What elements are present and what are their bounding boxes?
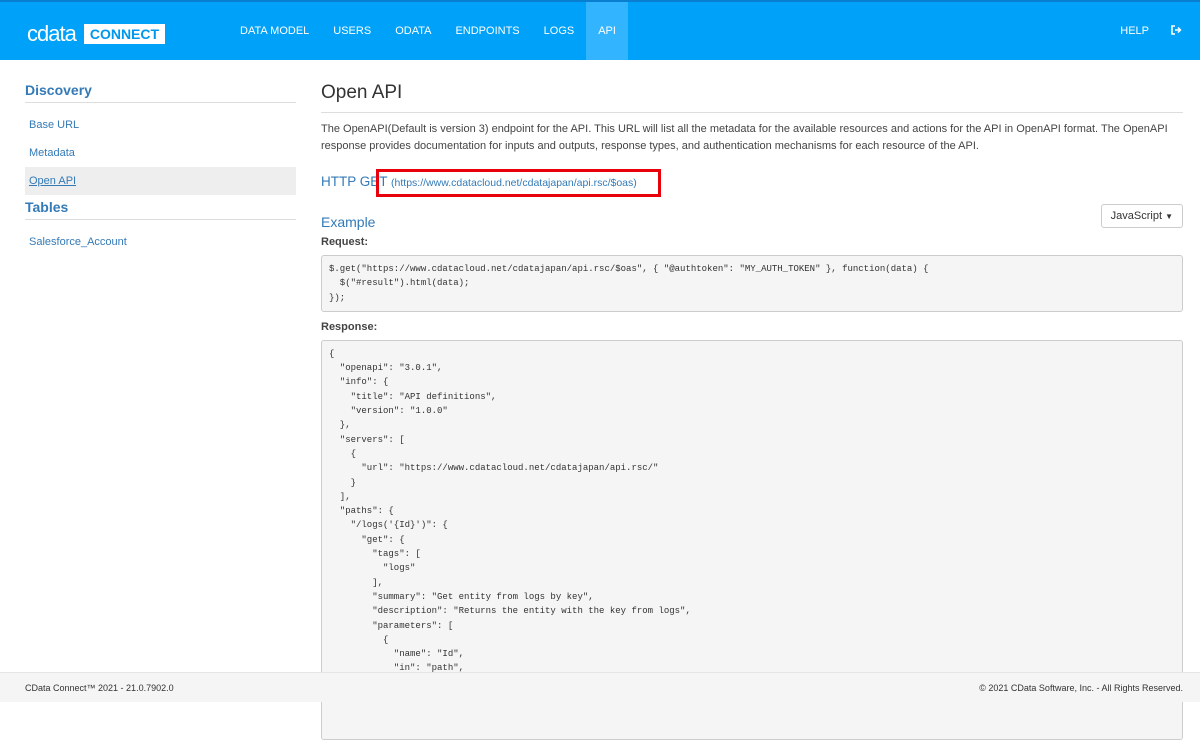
logo-badge: CONNECT bbox=[83, 24, 166, 44]
language-dropdown[interactable]: JavaScript ▼ bbox=[1100, 204, 1183, 228]
sidebar-item-salesforce-account[interactable]: Salesforce_Account bbox=[25, 228, 296, 256]
top-navbar: cdata CONNECT DATA MODEL USERS ODATA END… bbox=[0, 0, 1200, 60]
sidebar-item-open-api[interactable]: Open API bbox=[25, 167, 296, 195]
discovery-heading: Discovery bbox=[25, 82, 296, 103]
sidebar-item-metadata[interactable]: Metadata bbox=[25, 139, 296, 167]
logo-text: cdata bbox=[27, 21, 77, 46]
page-title: Open API bbox=[321, 82, 1183, 113]
request-code: $.get("https://www.cdatacloud.net/cdataj… bbox=[321, 255, 1183, 312]
version-text: CData Connect™ 2021 - 21.0.7902.0 bbox=[25, 683, 174, 693]
response-label: Response: bbox=[321, 320, 378, 333]
sidebar: Discovery Base URL Metadata Open API Tab… bbox=[25, 82, 296, 256]
http-get-line: HTTP GET (https://www.cdatacloud.net/cda… bbox=[321, 169, 1183, 197]
main-nav: DATA MODEL USERS ODATA ENDPOINTS LOGS AP… bbox=[228, 2, 628, 60]
help-link[interactable]: HELP bbox=[1120, 25, 1149, 37]
nav-endpoints[interactable]: ENDPOINTS bbox=[443, 2, 531, 60]
caret-down-icon: ▼ bbox=[1165, 212, 1173, 221]
footer: CData Connect™ 2021 - 21.0.7902.0 © 2021… bbox=[0, 672, 1200, 702]
nav-data-model[interactable]: DATA MODEL bbox=[228, 2, 321, 60]
highlight-box bbox=[376, 169, 661, 197]
nav-logs[interactable]: LOGS bbox=[532, 2, 587, 60]
nav-odata[interactable]: ODATA bbox=[383, 2, 443, 60]
language-value: JavaScript bbox=[1110, 210, 1163, 222]
tables-heading: Tables bbox=[25, 199, 296, 220]
nav-users[interactable]: USERS bbox=[321, 2, 383, 60]
sidebar-item-base-url[interactable]: Base URL bbox=[25, 111, 296, 139]
copyright-text: © 2021 CData Software, Inc. - All Rights… bbox=[979, 683, 1183, 693]
description: The OpenAPI(Default is version 3) endpoi… bbox=[321, 123, 1168, 152]
example-heading: Example bbox=[321, 214, 376, 230]
main-content: Open API The OpenAPI(Default is version … bbox=[321, 82, 1183, 740]
nav-api[interactable]: API bbox=[586, 2, 628, 60]
request-label: Request: bbox=[321, 236, 369, 248]
cdata-connect-logo[interactable]: cdata CONNECT bbox=[27, 21, 166, 47]
sign-out-icon[interactable] bbox=[1171, 24, 1182, 38]
